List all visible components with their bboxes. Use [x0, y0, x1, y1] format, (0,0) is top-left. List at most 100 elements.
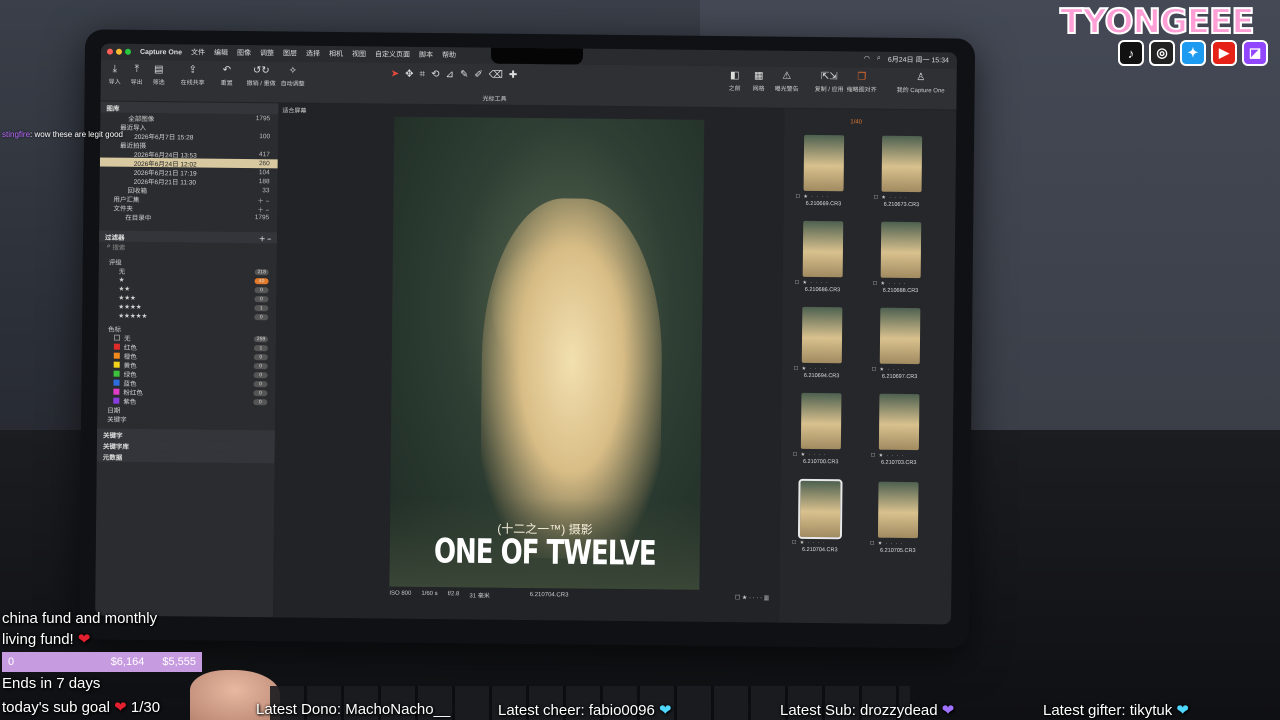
thumbnail-name: 6.210686.CR3 — [804, 286, 841, 294]
sidebar-item-count: 417 — [259, 151, 270, 159]
brush-icon[interactable]: ✐ — [474, 69, 483, 80]
brand-name: TYONGEEE — [1059, 1, 1256, 43]
copy-apply-button[interactable]: ⇱⇲ 复制 / 应用 — [815, 71, 844, 93]
search-input[interactable]: 搜索 — [112, 241, 125, 251]
menu-layer[interactable]: 图层 — [283, 48, 297, 58]
zoom-window-button[interactable] — [124, 48, 132, 55]
minimize-window-button[interactable] — [115, 48, 123, 55]
exposure-warning-label: 曝光警告 — [774, 86, 799, 93]
thumbnail[interactable]: ☐ ★ · · · · 6.210697.CR3 — [863, 306, 942, 397]
thumbnail-rating[interactable]: ☐ ★ · · · · — [793, 452, 827, 458]
rating-count: 40 — [254, 277, 269, 284]
filters-header-label: 过滤器 — [105, 234, 125, 242]
thumbnail-rating[interactable]: ☐ ★ · · · · — [870, 541, 904, 547]
menu-select[interactable]: 选择 — [306, 49, 320, 59]
thumbnail[interactable]: ☐ ★ · · · · 6.210686.CR3 — [786, 219, 865, 310]
menu-camera[interactable]: 相机 — [329, 49, 343, 59]
grid-button[interactable]: ▦ 网格 — [753, 70, 765, 92]
share-button[interactable]: ⇪ 在线共享 — [181, 64, 205, 86]
menu-view[interactable]: 视图 — [352, 49, 366, 59]
pan-icon[interactable]: ✥ — [405, 69, 414, 80]
color-tag-count: 0 — [253, 380, 268, 387]
viewer-zoom[interactable]: 适合屏幕 — [282, 105, 306, 114]
export-label: 导出 — [130, 79, 143, 86]
export-button[interactable]: ⤒ 导出 — [131, 64, 143, 86]
thumbnail[interactable]: ☐ ★ · · · · 6.210669.CR3 — [787, 133, 866, 224]
thumbnail-rating[interactable]: ☐ ★ · · · · — [795, 194, 829, 200]
cursor-tools: ➤ ✥ ⌗ ⟲ ⊿ ✎ ✐ ⌫ ✚ — [391, 69, 518, 81]
heal-icon[interactable]: ✚ — [509, 70, 518, 81]
thumbnail[interactable]: ☐ ★ · · · · 6.210673.CR3 — [865, 134, 944, 225]
image-viewer[interactable]: 适合屏幕 (十二之一™) 摄影 ONE OF TWELVE ISO 800 1/… — [273, 103, 785, 623]
auto-adjust-button[interactable]: ✧ 自动调整 — [281, 65, 305, 87]
eraser-icon[interactable]: ⌫ — [489, 70, 503, 81]
crop-icon[interactable]: ⌗ — [419, 69, 425, 80]
pointer-icon[interactable]: ➤ — [391, 69, 400, 80]
menu-help[interactable]: 帮助 — [442, 50, 456, 60]
thumbnail-image — [881, 135, 923, 193]
color-swatch — [113, 361, 120, 368]
metadata-panel[interactable]: 元数据 — [96, 450, 275, 464]
rating-stars[interactable]: ☐ ★ · · · · ▥ — [735, 594, 769, 601]
thumbnail[interactable]: ☐ ★ · · · · 6.210705.CR3 — [862, 480, 941, 571]
import-button[interactable]: ⤓ 导入 — [109, 64, 121, 86]
thumbnail-name: 6.210700.CR3 — [802, 458, 839, 466]
thumbnail-image — [797, 478, 843, 540]
thumbnail-selected[interactable]: ☐ ★ · · · · 6.210704.CR3 — [784, 478, 863, 570]
menu-script[interactable]: 脚本 — [419, 50, 433, 60]
heart-icon: ❤ — [658, 702, 672, 719]
straighten-icon[interactable]: ⟲ — [431, 69, 440, 80]
rating-count: 0 — [254, 313, 269, 320]
thumbnail-rating[interactable]: ☐ ★ · · · · — [872, 367, 906, 373]
picker-icon[interactable]: ✎ — [460, 69, 469, 80]
add-icon[interactable]: ＋ − — [259, 233, 271, 243]
grid-icon: ▦ — [753, 70, 764, 82]
thumbnail-rating[interactable]: ☐ ★ · · · · — [873, 281, 907, 287]
clock[interactable]: 6月24日 周一 15:34 — [888, 55, 949, 66]
panel-label: 元数据 — [102, 454, 123, 462]
aperture-value: f/2.8 — [447, 591, 460, 598]
reset-button[interactable]: ↶ 重置 — [221, 65, 233, 87]
library-sidebar: 图库 全部图像 1795 最近导入 2026年6月7日 15:28 100 最近拍摄… — [95, 101, 279, 618]
rating-count: 0 — [254, 286, 269, 293]
iso-value: ISO 800 — [389, 590, 412, 597]
wifi-icon[interactable]: ◠ — [864, 55, 870, 65]
thumbnail[interactable]: ☐ ★ · · · · 6.210700.CR3 — [785, 391, 864, 482]
stack-icon: ❐ — [857, 71, 867, 83]
rating-count: 218 — [254, 268, 269, 275]
menu-adjust[interactable]: 调整 — [260, 48, 274, 58]
thumbnail-align-button[interactable]: ❐ 缩略图对齐 — [847, 71, 877, 93]
menu-image[interactable]: 图像 — [237, 48, 251, 58]
undo-redo-button[interactable]: ↺↻ 撤销 / 重做 — [247, 65, 276, 87]
chat-message: stingfire: wow these are legit good — [2, 130, 123, 139]
menu-custom-page[interactable]: 自定义页面 — [375, 49, 410, 59]
camera-notch — [490, 47, 584, 65]
my-capture-one-button[interactable]: ♙ 我的 Capture One — [897, 72, 945, 94]
thumbnail-rating[interactable]: ☐ ★ · · · · — [871, 453, 905, 459]
color-swatch — [113, 370, 120, 377]
keystone-icon[interactable]: ⊿ — [446, 69, 455, 80]
thumbnail[interactable]: ☐ ★ · · · · 6.210703.CR3 — [863, 392, 942, 483]
thumbnail-rating[interactable]: ☐ ★ · · · · — [792, 540, 826, 546]
thumbnail-name: 6.210697.CR3 — [881, 373, 918, 381]
instagram-icon: ◎ — [1149, 40, 1175, 66]
main-photo[interactable]: (十二之一™) 摄影 ONE OF TWELVE — [389, 116, 705, 590]
before-button[interactable]: ◧ 之前 — [729, 70, 741, 92]
thumbnail-rating[interactable]: ☐ ★ · · · · — [873, 195, 907, 201]
filter-button[interactable]: ▤ 筛选 — [153, 64, 165, 86]
app-menu[interactable]: Capture One — [140, 48, 182, 55]
heart-icon: ❤ — [77, 631, 91, 648]
close-window-button[interactable] — [106, 48, 114, 55]
menu-edit[interactable]: 编辑 — [214, 48, 228, 58]
add-icon[interactable]: ＋ − — [257, 204, 269, 214]
thumbnail-rating[interactable]: ☐ ★ · · · · — [795, 280, 829, 286]
menu-file[interactable]: 文件 — [191, 47, 205, 57]
thumbnail[interactable]: ☐ ★ · · · · 6.210688.CR3 — [864, 220, 943, 311]
thumbnail[interactable]: ☐ ★ · · · · 6.210694.CR3 — [785, 305, 864, 396]
search-icon[interactable]: ⌕ — [877, 55, 881, 65]
exposure-warning-button[interactable]: ⚠ 曝光警告 — [775, 71, 799, 93]
latest-gifter-text: Latest gifter: tikytuk — [1043, 702, 1173, 719]
color-swatch — [113, 334, 121, 341]
sidebar-item-count: 100 — [259, 133, 271, 141]
thumbnail-rating[interactable]: ☐ ★ · · · · — [794, 366, 828, 372]
